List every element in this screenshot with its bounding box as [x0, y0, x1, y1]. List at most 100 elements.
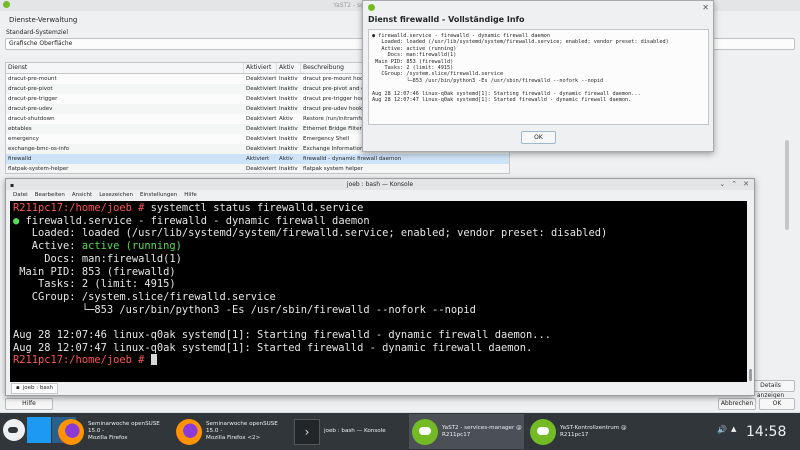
table-cell: Deaktiviert	[246, 116, 277, 122]
column-header-enabled[interactable]: Aktiviert	[244, 63, 277, 73]
table-cell: dracut-pre-udev	[8, 106, 53, 112]
cancel-button[interactable]: Abbrechen	[718, 398, 756, 410]
clock[interactable]: 14:58	[746, 424, 786, 440]
terminal-cursor	[150, 354, 157, 366]
dialog-titlebar[interactable]: ✕ Dienst firewalld - Vollständige Info	[363, 1, 713, 29]
table-row[interactable]: firewalld Aktiviert Aktiv firewalld - dynam…	[6, 154, 509, 164]
terminal-scrollbar[interactable]	[747, 201, 754, 382]
table-cell: Inaktiv	[279, 146, 298, 152]
close-icon[interactable]: ✕	[702, 3, 709, 12]
yast-icon	[412, 418, 438, 445]
menu-help[interactable]: Hilfe	[184, 190, 197, 201]
konsole-titlebar[interactable]: ▪ joeb : bash — Konsole ⌄ ⌃ ✕	[6, 179, 754, 190]
table-cell: Inaktiv	[279, 96, 298, 102]
firefox-icon	[58, 418, 84, 445]
table-cell: exchange-bmc-os-info	[8, 146, 70, 152]
terminal-line: Docs: man:firewalld(1)	[13, 252, 182, 265]
terminal-command: systemctl status firewalld.service	[144, 202, 364, 214]
table-cell: Deaktiviert	[246, 146, 277, 152]
task-label: YaST-Kontrollzentrum @	[560, 424, 627, 431]
table-cell: Inaktiv	[279, 166, 298, 172]
menu-edit[interactable]: Bearbeiten	[35, 190, 65, 201]
table-row[interactable]: flatpak-system-helper Deaktiviert Inaktiv f…	[6, 164, 509, 173]
terminal-line: Main PID: 853 (firewalld)	[13, 265, 176, 278]
dialog-title: Dienst firewalld - Vollständige Info	[368, 15, 525, 24]
shell-prompt: R211pc17:/home/joeb #	[13, 202, 145, 214]
table-cell: flatpak-system-helper	[8, 166, 69, 172]
table-cell: Deaktiviert	[246, 166, 277, 172]
yast-icon	[3, 1, 10, 8]
table-cell: flatpak system helper	[303, 166, 363, 172]
task-label: R211pc17	[560, 431, 589, 438]
table-cell: Deaktiviert	[246, 136, 277, 142]
terminal-icon: ›	[294, 418, 320, 445]
task-konsole[interactable]: › joeb : bash — Konsole	[291, 414, 406, 449]
close-icon[interactable]: ✕	[743, 179, 749, 190]
column-header-active[interactable]: Aktiv	[277, 63, 301, 73]
services-scrollbar[interactable]	[783, 50, 791, 398]
terminal-icon: ▪	[16, 385, 20, 391]
table-cell: Deaktiviert	[246, 86, 277, 92]
yast-icon	[368, 4, 375, 11]
table-cell: Deaktiviert	[246, 76, 277, 82]
terminal-line: Loaded: loaded (/usr/lib/systemd/system/…	[13, 227, 608, 240]
terminal-line: Active:	[13, 240, 82, 253]
terminal-line: └─853 /usr/bin/python3 -Es /usr/sbin/fir…	[13, 303, 476, 316]
task-label: R211pc17	[442, 431, 471, 438]
terminal-line: Aug 28 12:07:46 linux-q0ak systemd[1]: S…	[13, 329, 551, 342]
menu-bookmarks[interactable]: Lesezeichen	[99, 190, 133, 201]
table-cell: Deaktiviert	[246, 106, 277, 112]
table-cell: firewalld - dynamic firewall daemon	[303, 156, 402, 162]
table-cell: Deaktiviert	[246, 126, 277, 132]
scrollbar-thumb[interactable]	[749, 369, 752, 381]
chevron-up-icon[interactable]: ⌃	[731, 179, 737, 190]
task-firefox-2[interactable]: Seminarwoche openSUSE 15.0 - Mozilla Fire…	[173, 414, 288, 449]
dialog-info-text: ● firewalld.service - firewalld - dynami…	[368, 29, 709, 125]
table-cell: Inaktiv	[279, 106, 298, 112]
terminal-line: firewalld.service - firewalld - dynamic …	[25, 214, 370, 227]
dialog-info-line: Loaded: loaded (/usr/lib/systemd/system/…	[372, 39, 669, 46]
konsole-tab-label: joeb : bash	[22, 385, 54, 391]
service-info-dialog: ✕ Dienst firewalld - Vollständige Info ●…	[362, 0, 714, 152]
table-cell: ebtables	[8, 126, 32, 132]
table-cell: Aktiv	[279, 156, 293, 162]
dialog-ok-button[interactable]: OK	[521, 131, 556, 144]
volume-icon[interactable]: 🔊	[717, 425, 727, 434]
konsole-window: ▪ joeb : bash — Konsole ⌄ ⌃ ✕ Datei Bear…	[5, 178, 755, 396]
task-firefox-1[interactable]: Seminarwoche openSUSE 15.0 - Mozilla Fire…	[55, 414, 170, 449]
shell-prompt: R211pc17:/home/joeb #	[13, 354, 145, 367]
menu-view[interactable]: Ansicht	[72, 190, 92, 201]
dialog-info-line: Aug 28 12:07:47 linux-q0ak systemd[1]: S…	[372, 97, 632, 104]
page-title: Dienste-Verwaltung	[9, 16, 78, 24]
task-label: Mozilla Firefox <2>	[206, 435, 261, 441]
firefox-icon	[176, 418, 202, 445]
task-label: Seminarwoche openSUSE 15.0 -	[206, 421, 278, 434]
terminal-output[interactable]: R211pc17:/home/joeb # systemctl status f…	[10, 201, 747, 382]
status-dot: ●	[13, 214, 20, 227]
virtual-desktop-1[interactable]	[27, 417, 51, 443]
task-yast-services[interactable]: YaST2 - services-manager @ R211pc17	[409, 414, 524, 449]
konsole-tab[interactable]: ▪ joeb : bash	[11, 383, 59, 394]
table-cell: Deaktiviert	[246, 96, 277, 102]
ok-button[interactable]: OK	[759, 398, 795, 410]
menu-settings[interactable]: Einstellungen	[140, 190, 177, 201]
scrollbar-thumb[interactable]	[785, 140, 789, 230]
help-button[interactable]: Hilfe	[5, 398, 53, 410]
terminal-line: CGroup: /system.slice/firewalld.service	[13, 290, 276, 303]
table-cell: Aktiv	[279, 116, 293, 122]
task-label: joeb : bash — Konsole	[324, 428, 386, 434]
application-launcher-icon[interactable]	[3, 419, 25, 441]
column-header-service[interactable]: Dienst	[6, 63, 244, 73]
task-yast-control-center[interactable]: YaST-Kontrollzentrum @ R211pc17	[527, 414, 642, 449]
table-cell: dracut-pre-pivot	[8, 86, 53, 92]
table-cell: dracut-shutdown	[8, 116, 55, 122]
konsole-menubar: Datei Bearbeiten Ansicht Lesezeichen Ein…	[6, 190, 754, 201]
terminal-line: Aug 28 12:07:47 linux-q0ak systemd[1]: S…	[13, 341, 533, 354]
chevron-up-icon[interactable]: ▲	[731, 425, 736, 433]
task-label: Mozilla Firefox	[88, 435, 128, 441]
active-status: active (running)	[81, 240, 182, 253]
chevron-down-icon[interactable]: ⌄	[719, 179, 725, 190]
table-cell: emergency	[8, 136, 39, 142]
menu-file[interactable]: Datei	[13, 190, 28, 201]
task-label: Seminarwoche openSUSE 15.0 -	[88, 421, 160, 434]
